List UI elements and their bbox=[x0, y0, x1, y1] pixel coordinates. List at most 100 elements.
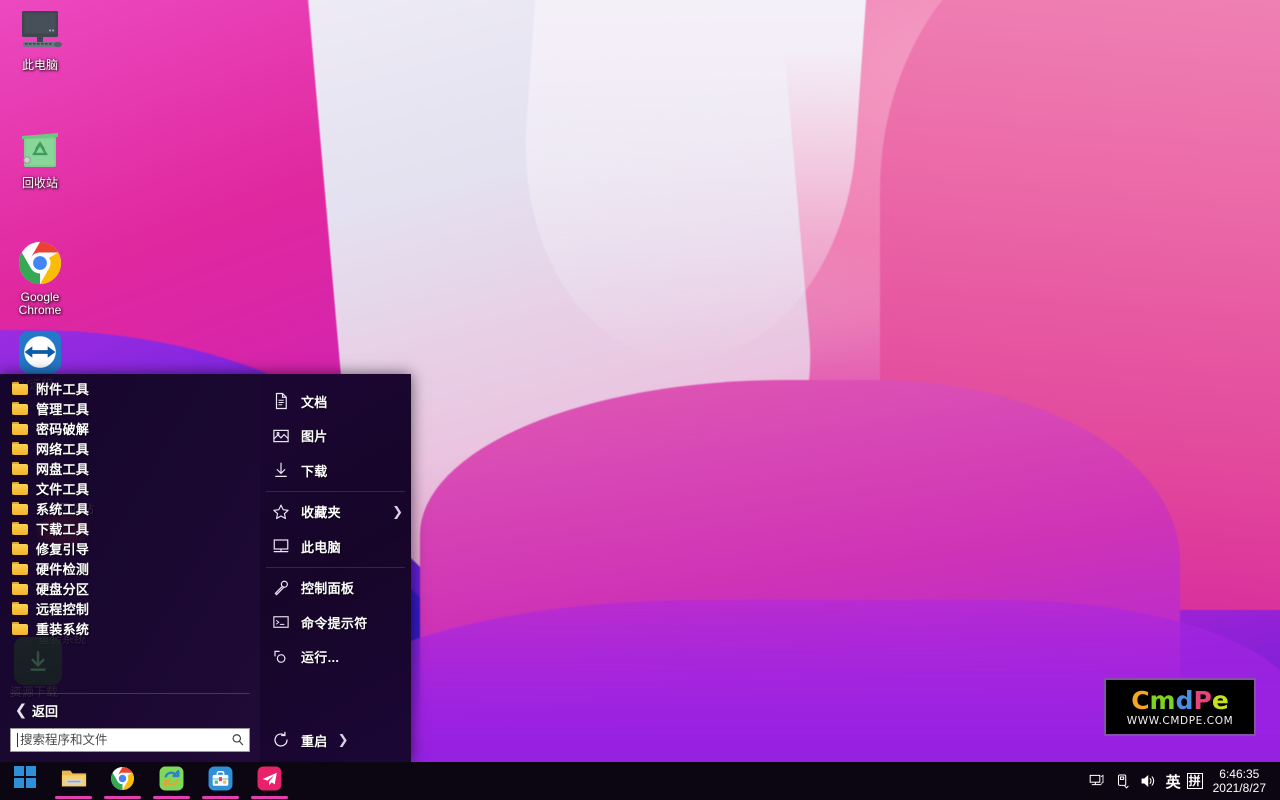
start-menu-item-5[interactable]: 文件工具 bbox=[0, 478, 260, 498]
folder-icon bbox=[12, 522, 28, 535]
search-input[interactable] bbox=[20, 733, 231, 747]
teamviewer-icon bbox=[2, 327, 78, 377]
ime-mode-indicator[interactable]: 拼 bbox=[1187, 773, 1203, 789]
start-menu-item-7[interactable]: 下载工具 bbox=[0, 518, 260, 538]
restart-icon bbox=[272, 731, 290, 749]
run-icon bbox=[272, 648, 290, 666]
right-item-label: 下载 bbox=[301, 461, 403, 480]
this-pc-monitor-icon bbox=[2, 6, 78, 56]
network-icon[interactable] bbox=[1084, 762, 1110, 800]
cmdpe-letter-p: P bbox=[1194, 686, 1212, 715]
clock-time: 6:46:35 bbox=[1213, 767, 1266, 781]
folder-icon bbox=[12, 382, 28, 395]
start-menu-item-11[interactable]: 远程控制 bbox=[0, 598, 260, 618]
right-item-label: 文档 bbox=[301, 392, 403, 411]
start-menu-item-label: 硬件检测 bbox=[36, 559, 89, 578]
chevron-left-icon: ❮ bbox=[10, 701, 32, 719]
desktop-icon-label: 回收站 bbox=[2, 177, 78, 190]
desktop-icon-chrome[interactable]: GoogleChrome bbox=[2, 238, 78, 317]
start-menu-item-10[interactable]: 硬盘分区 bbox=[0, 578, 260, 598]
right-item-label: 收藏夹 bbox=[301, 502, 392, 521]
desktop-icon-column: 此电脑 回收站 bbox=[0, 0, 80, 377]
folder-icon bbox=[12, 402, 28, 415]
taskbar-file-explorer[interactable] bbox=[49, 762, 98, 800]
folder-icon bbox=[12, 462, 28, 475]
back-button-label: 返回 bbox=[32, 701, 58, 720]
restart-button[interactable]: 重启 ❯ bbox=[260, 724, 411, 756]
right-item-label: 命令提示符 bbox=[301, 613, 403, 632]
start-menu-item-8[interactable]: 修复引导 bbox=[0, 538, 260, 558]
volume-icon[interactable] bbox=[1136, 762, 1162, 800]
divider bbox=[266, 491, 405, 492]
taskbar-clock[interactable]: 6:46:35 2021/8/27 bbox=[1209, 767, 1274, 795]
right-item-downloads[interactable]: 下载 bbox=[260, 453, 411, 488]
taskbar-start-button[interactable] bbox=[0, 762, 49, 800]
start-menu-item-label: 下载工具 bbox=[36, 519, 89, 538]
right-item-run[interactable]: 运行... bbox=[260, 640, 411, 675]
chrome-icon bbox=[2, 238, 78, 288]
desktop-icon-recycle-bin[interactable]: 回收站 bbox=[2, 124, 78, 190]
cmdpe-letter-e: e bbox=[1212, 686, 1229, 715]
folder-icon bbox=[12, 582, 28, 595]
usb-eject-icon[interactable] bbox=[1110, 762, 1136, 800]
start-menu: TV远程 回收站 重装系统 资源下载 附件工具 管理工具 密码破解 网络工具 网… bbox=[0, 374, 411, 762]
start-menu-item-6[interactable]: 系统工具 bbox=[0, 498, 260, 518]
right-item-documents[interactable]: 文档 bbox=[260, 384, 411, 419]
green-sync-icon bbox=[159, 766, 184, 791]
desktop-screen: 此电脑 回收站 bbox=[0, 0, 1280, 800]
taskbar-toolbox[interactable] bbox=[196, 762, 245, 800]
start-menu-item-12[interactable]: 重装系统 bbox=[0, 618, 260, 638]
right-item-control-panel[interactable]: 控制面板 bbox=[260, 571, 411, 606]
document-icon bbox=[272, 392, 290, 410]
search-icon[interactable] bbox=[231, 733, 245, 747]
start-menu-right-panel: 文档 图片 下载 收藏夹 bbox=[260, 374, 411, 762]
start-menu-left-bottom: ❮ 返回 bbox=[0, 693, 260, 762]
taskbar-app-list bbox=[0, 762, 294, 800]
start-menu-item-label: 重装系统 bbox=[36, 619, 89, 638]
folder-icon bbox=[12, 422, 28, 435]
taskbar-chrome[interactable] bbox=[98, 762, 147, 800]
start-menu-item-9[interactable]: 硬件检测 bbox=[0, 558, 260, 578]
cmdpe-letter-m: m bbox=[1150, 686, 1176, 715]
cmdpe-watermark: CmdPe WWW.CMDPE.COM bbox=[1104, 678, 1256, 736]
clock-date: 2021/8/27 bbox=[1213, 781, 1266, 795]
start-menu-item-2[interactable]: 密码破解 bbox=[0, 418, 260, 438]
right-item-this-pc[interactable]: 此电脑 bbox=[260, 529, 411, 564]
start-menu-item-label: 管理工具 bbox=[36, 399, 89, 418]
right-item-pictures[interactable]: 图片 bbox=[260, 419, 411, 454]
ime-language-indicator[interactable]: 英 bbox=[1162, 771, 1185, 792]
system-tray: 英 拼 6:46:35 2021/8/27 bbox=[1084, 762, 1280, 800]
taskbar-sync-tool[interactable] bbox=[147, 762, 196, 800]
folder-icon bbox=[12, 622, 28, 635]
start-menu-item-3[interactable]: 网络工具 bbox=[0, 438, 260, 458]
right-item-label: 图片 bbox=[301, 426, 403, 445]
folder-icon bbox=[12, 442, 28, 455]
start-menu-item-label: 附件工具 bbox=[36, 379, 89, 398]
desktop-icon-this-pc[interactable]: 此电脑 bbox=[2, 6, 78, 72]
start-menu-item-1[interactable]: 管理工具 bbox=[0, 398, 260, 418]
start-menu-item-label: 远程控制 bbox=[36, 599, 89, 618]
start-menu-item-label: 网盘工具 bbox=[36, 459, 89, 478]
folder-icon bbox=[12, 502, 28, 515]
restart-label: 重启 bbox=[301, 731, 328, 750]
taskbar-telegram[interactable] bbox=[245, 762, 294, 800]
cmdpe-url: WWW.CMDPE.COM bbox=[1127, 715, 1234, 727]
command-prompt-icon bbox=[272, 613, 290, 631]
start-menu-program-list: 附件工具 管理工具 密码破解 网络工具 网盘工具 文件工具 系统工具 下载工具 … bbox=[0, 374, 260, 693]
right-item-favorites[interactable]: 收藏夹 ❯ bbox=[260, 495, 411, 530]
folder-icon bbox=[12, 542, 28, 555]
desktop-icon-teamviewer[interactable] bbox=[2, 327, 78, 377]
divider bbox=[10, 693, 250, 694]
folder-explorer-icon bbox=[61, 766, 87, 790]
back-button[interactable]: ❮ 返回 bbox=[10, 698, 250, 722]
start-menu-item-label: 网络工具 bbox=[36, 439, 89, 458]
desktop-icon-label: 此电脑 bbox=[2, 59, 78, 72]
divider bbox=[266, 567, 405, 568]
start-menu-item-0[interactable]: 附件工具 bbox=[0, 378, 260, 398]
right-item-command-prompt[interactable]: 命令提示符 bbox=[260, 605, 411, 640]
search-box[interactable] bbox=[10, 728, 250, 752]
start-menu-item-4[interactable]: 网盘工具 bbox=[0, 458, 260, 478]
recycle-bin-icon bbox=[2, 124, 78, 174]
text-caret bbox=[17, 733, 18, 747]
chevron-right-icon[interactable]: ❯ bbox=[338, 732, 349, 748]
